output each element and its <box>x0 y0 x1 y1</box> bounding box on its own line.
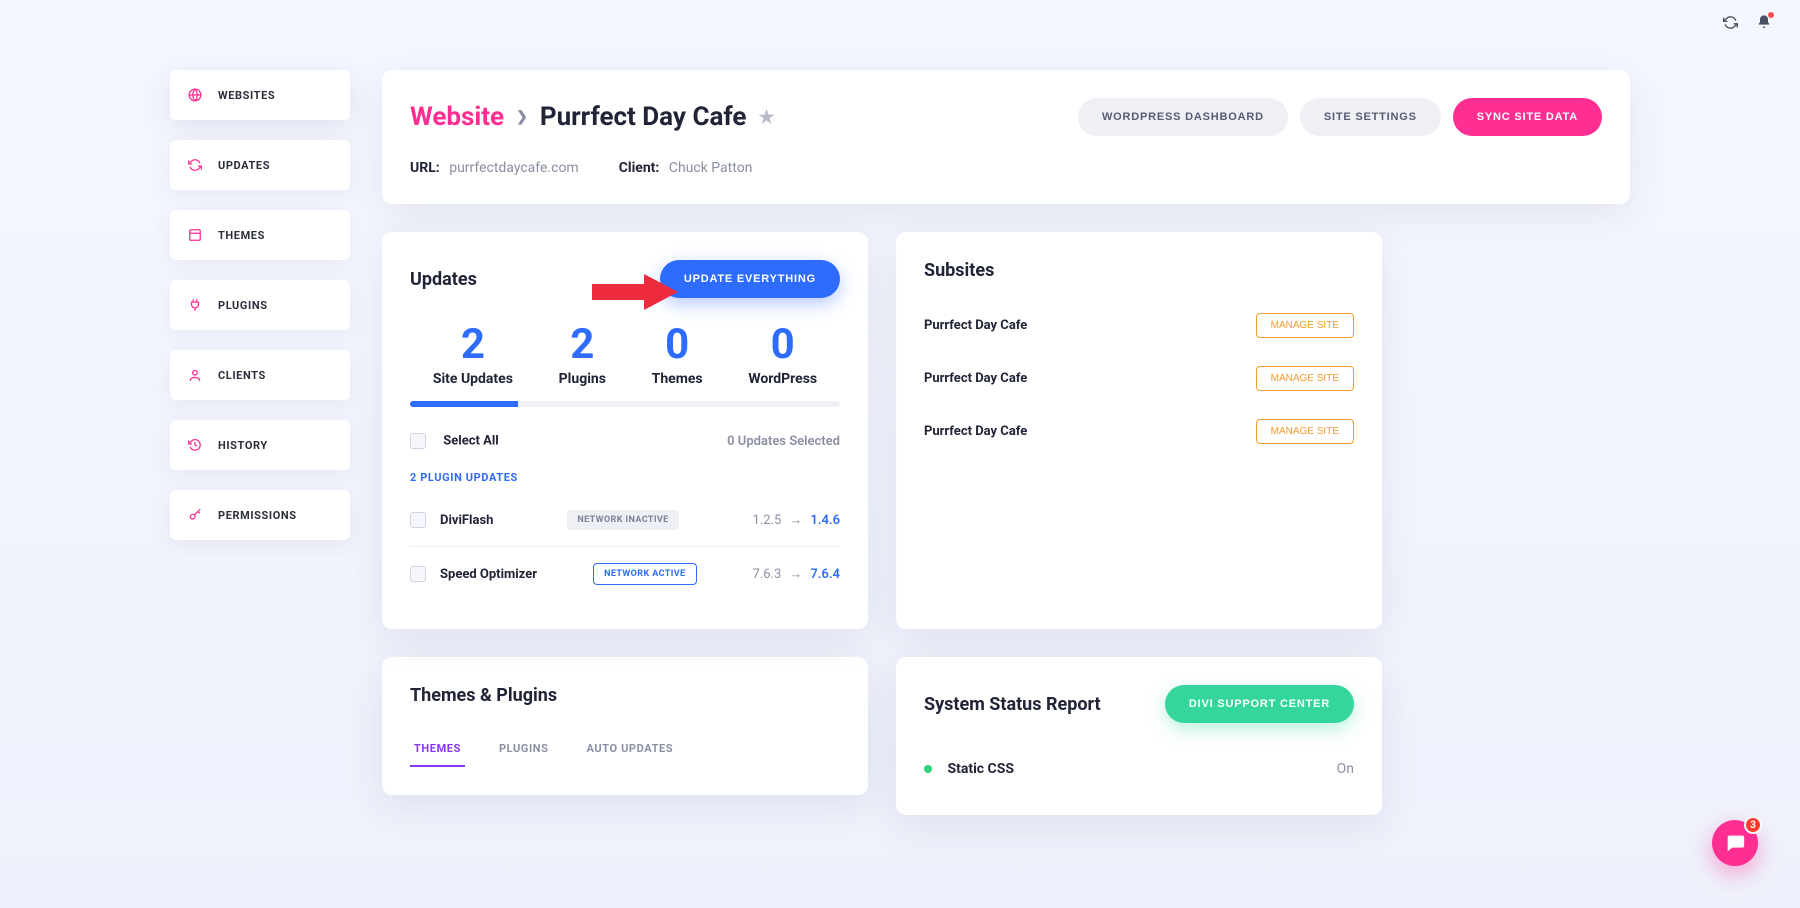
system-item-label: Static CSS <box>947 761 1013 777</box>
network-status-badge: NETWORK ACTIVE <box>593 563 696 585</box>
select-all-checkbox[interactable] <box>410 433 426 449</box>
sidebar-item-websites[interactable]: WEBSITES <box>170 70 350 120</box>
system-status-panel: System Status Report DIVI SUPPORT CENTER… <box>896 657 1382 815</box>
url-label: URL: <box>410 160 440 176</box>
sidebar-item-label: WEBSITES <box>218 89 275 102</box>
select-all-label: Select All <box>443 433 499 448</box>
wordpress-dashboard-button[interactable]: WORDPRESS DASHBOARD <box>1078 98 1288 136</box>
key-icon <box>188 508 204 522</box>
client-label: Client: <box>619 160 660 176</box>
history-icon <box>188 438 204 452</box>
subsite-name: Purrfect Day Cafe <box>924 424 1027 439</box>
sidebar-item-label: PERMISSIONS <box>218 509 297 522</box>
subsite-row: Purrfect Day Cafe MANAGE SITE <box>924 405 1354 458</box>
update-row: DiviFlash NETWORK INACTIVE 1.2.5 → 1.4.6 <box>410 494 840 546</box>
plugin-name: Speed Optimizer <box>440 567 537 582</box>
chat-badge: 3 <box>1744 816 1762 834</box>
sidebar-item-history[interactable]: HISTORY <box>170 420 350 470</box>
version-new: 7.6.4 <box>810 567 840 582</box>
subsite-name: Purrfect Day Cafe <box>924 371 1027 386</box>
system-status-row: Static CSS On <box>924 751 1354 787</box>
page-title: Purrfect Day Cafe <box>540 102 747 132</box>
url-value: purrfectdaycafe.com <box>449 160 579 176</box>
site-header-card: Website ❯ Purrfect Day Cafe ★ WORDPRESS … <box>382 70 1630 204</box>
breadcrumb-root[interactable]: Website <box>410 102 504 132</box>
sidebar-item-clients[interactable]: CLIENTS <box>170 350 350 400</box>
selected-count: 0 Updates Selected <box>727 434 840 449</box>
sidebar-item-label: THEMES <box>218 229 265 242</box>
bell-icon[interactable] <box>1756 14 1772 30</box>
subsites-panel: Subsites Purrfect Day Cafe MANAGE SITE P… <box>896 232 1382 629</box>
site-settings-button[interactable]: SITE SETTINGS <box>1300 98 1441 136</box>
counter-wordpress: 0 WordPress <box>748 320 817 387</box>
star-icon[interactable]: ★ <box>758 107 774 128</box>
subsite-row: Purrfect Day Cafe MANAGE SITE <box>924 352 1354 405</box>
manage-site-button[interactable]: MANAGE SITE <box>1256 419 1354 444</box>
chat-fab-button[interactable]: 3 <box>1712 820 1758 866</box>
sidebar-item-permissions[interactable]: PERMISSIONS <box>170 490 350 540</box>
sidebar-item-updates[interactable]: UPDATES <box>170 140 350 190</box>
breadcrumb: Website ❯ Purrfect Day Cafe ★ <box>410 102 775 132</box>
sidebar-item-label: UPDATES <box>218 159 270 172</box>
sidebar-item-plugins[interactable]: PLUGINS <box>170 280 350 330</box>
notification-dot <box>1768 12 1774 18</box>
manage-site-button[interactable]: MANAGE SITE <box>1256 313 1354 338</box>
updates-title: Updates <box>410 269 477 290</box>
subsite-name: Purrfect Day Cafe <box>924 318 1027 333</box>
network-status-badge: NETWORK INACTIVE <box>567 510 678 530</box>
sync-site-data-button[interactable]: SYNC SITE DATA <box>1453 98 1602 136</box>
user-icon <box>188 368 204 382</box>
themes-plugins-title: Themes & Plugins <box>410 685 557 706</box>
sidebar-item-label: HISTORY <box>218 439 268 452</box>
subsite-row: Purrfect Day Cafe MANAGE SITE <box>924 299 1354 352</box>
counter-plugins: 2 Plugins <box>559 320 606 387</box>
updates-progress <box>410 401 840 407</box>
refresh-icon[interactable] <box>1723 15 1738 30</box>
updates-panel: Updates UPDATE EVERYTHING 2 Site Updates <box>382 232 868 629</box>
sidebar-item-themes[interactable]: THEMES <box>170 210 350 260</box>
update-row: Speed Optimizer NETWORK ACTIVE 7.6.3 → 7… <box>410 546 840 601</box>
plug-icon <box>188 298 204 312</box>
plugin-updates-heading: 2 PLUGIN UPDATES <box>410 471 840 484</box>
arrow-right-icon: → <box>789 566 802 582</box>
sidebar-item-label: PLUGINS <box>218 299 268 312</box>
update-everything-button[interactable]: UPDATE EVERYTHING <box>660 260 840 298</box>
globe-icon <box>188 88 204 102</box>
status-dot-icon <box>924 765 932 773</box>
counter-themes: 0 Themes <box>652 320 703 387</box>
sidebar-item-label: CLIENTS <box>218 369 266 382</box>
sidebar: WEBSITES UPDATES THEMES PLUGINS CLIENTS <box>170 70 350 815</box>
version-old: 7.6.3 <box>753 567 782 582</box>
manage-site-button[interactable]: MANAGE SITE <box>1256 366 1354 391</box>
layout-icon <box>188 228 204 242</box>
chevron-right-icon: ❯ <box>516 109 528 125</box>
divi-support-center-button[interactable]: DIVI SUPPORT CENTER <box>1165 685 1354 723</box>
version-old: 1.2.5 <box>753 513 782 528</box>
update-row-checkbox[interactable] <box>410 512 426 528</box>
themes-plugins-panel: Themes & Plugins THEMES PLUGINS AUTO UPD… <box>382 657 868 795</box>
plugin-name: DiviFlash <box>440 513 493 528</box>
counter-site-updates: 2 Site Updates <box>433 320 513 387</box>
arrow-right-icon: → <box>789 512 802 528</box>
refresh-icon <box>188 158 204 172</box>
update-row-checkbox[interactable] <box>410 566 426 582</box>
subsites-title: Subsites <box>924 260 1354 281</box>
system-item-value: On <box>1337 761 1354 777</box>
version-new: 1.4.6 <box>810 513 840 528</box>
system-status-title: System Status Report <box>924 694 1101 715</box>
tab-auto-updates[interactable]: AUTO UPDATES <box>583 732 678 767</box>
tab-themes[interactable]: THEMES <box>410 732 465 767</box>
client-value: Chuck Patton <box>669 160 753 176</box>
tab-plugins[interactable]: PLUGINS <box>495 732 553 767</box>
